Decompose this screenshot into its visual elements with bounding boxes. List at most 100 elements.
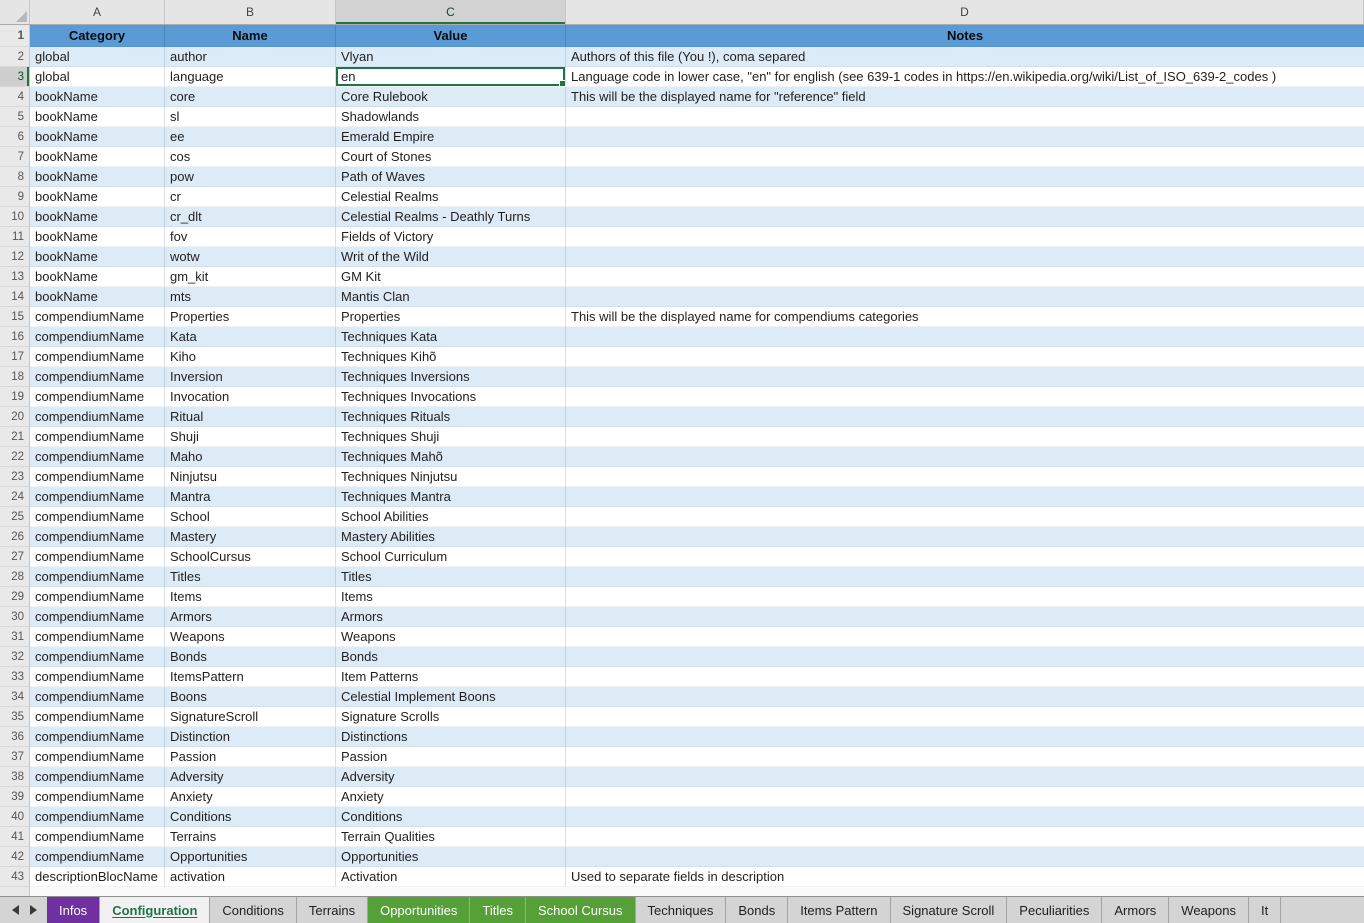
- cell-B22[interactable]: Maho: [165, 447, 336, 467]
- row-header-42[interactable]: 42: [0, 847, 30, 867]
- cell-C15[interactable]: Properties: [336, 307, 566, 327]
- cell-C38[interactable]: Adversity: [336, 767, 566, 787]
- row-header-43[interactable]: 43: [0, 867, 30, 887]
- cell-C28[interactable]: Titles: [336, 567, 566, 587]
- cell-B27[interactable]: SchoolCursus: [165, 547, 336, 567]
- sheet-tab-it[interactable]: It: [1249, 897, 1281, 923]
- row-header-23[interactable]: 23: [0, 467, 30, 487]
- cell-A20[interactable]: compendiumName: [30, 407, 165, 427]
- row-header-11[interactable]: 11: [0, 227, 30, 247]
- column-header-category[interactable]: Category: [30, 25, 165, 47]
- cell-A15[interactable]: compendiumName: [30, 307, 165, 327]
- cell-B26[interactable]: Mastery: [165, 527, 336, 547]
- cell-D41[interactable]: [566, 827, 1364, 847]
- cell-C4[interactable]: Core Rulebook: [336, 87, 566, 107]
- cell-B2[interactable]: author: [165, 47, 336, 67]
- row-header-32[interactable]: 32: [0, 647, 30, 667]
- row-header-28[interactable]: 28: [0, 567, 30, 587]
- cell-C20[interactable]: Techniques Rituals: [336, 407, 566, 427]
- row-header-10[interactable]: 10: [0, 207, 30, 227]
- cell-B25[interactable]: School: [165, 507, 336, 527]
- cell-B36[interactable]: Distinction: [165, 727, 336, 747]
- cell-C6[interactable]: Emerald Empire: [336, 127, 566, 147]
- cell-C2[interactable]: Vlyan: [336, 47, 566, 67]
- row-header-22[interactable]: 22: [0, 447, 30, 467]
- cell-D43[interactable]: Used to separate fields in description: [566, 867, 1364, 887]
- cell-A41[interactable]: compendiumName: [30, 827, 165, 847]
- cell-B16[interactable]: Kata: [165, 327, 336, 347]
- cell-A18[interactable]: compendiumName: [30, 367, 165, 387]
- cell-C19[interactable]: Techniques Invocations: [336, 387, 566, 407]
- cell-B14[interactable]: mts: [165, 287, 336, 307]
- column-header-name[interactable]: Name: [165, 25, 336, 47]
- cell-C17[interactable]: Techniques Kihõ: [336, 347, 566, 367]
- cell-A5[interactable]: bookName: [30, 107, 165, 127]
- cell-D18[interactable]: [566, 367, 1364, 387]
- cell-B33[interactable]: ItemsPattern: [165, 667, 336, 687]
- row-header-16[interactable]: 16: [0, 327, 30, 347]
- cell-B24[interactable]: Mantra: [165, 487, 336, 507]
- cell-A10[interactable]: bookName: [30, 207, 165, 227]
- cell-D22[interactable]: [566, 447, 1364, 467]
- cell-D26[interactable]: [566, 527, 1364, 547]
- cell-B35[interactable]: SignatureScroll: [165, 707, 336, 727]
- cell-D29[interactable]: [566, 587, 1364, 607]
- cell-C42[interactable]: Opportunities: [336, 847, 566, 867]
- cell-B10[interactable]: cr_dlt: [165, 207, 336, 227]
- column-letter-C[interactable]: C: [336, 0, 566, 24]
- cell-D30[interactable]: [566, 607, 1364, 627]
- cell-D14[interactable]: [566, 287, 1364, 307]
- cell-D7[interactable]: [566, 147, 1364, 167]
- cell-B8[interactable]: pow: [165, 167, 336, 187]
- cell-D28[interactable]: [566, 567, 1364, 587]
- cell-B32[interactable]: Bonds: [165, 647, 336, 667]
- row-header-7[interactable]: 7: [0, 147, 30, 167]
- row-header-27[interactable]: 27: [0, 547, 30, 567]
- cell-D25[interactable]: [566, 507, 1364, 527]
- cell-B39[interactable]: Anxiety: [165, 787, 336, 807]
- cell-A35[interactable]: compendiumName: [30, 707, 165, 727]
- cell-C14[interactable]: Mantis Clan: [336, 287, 566, 307]
- cell-D35[interactable]: [566, 707, 1364, 727]
- cell-D6[interactable]: [566, 127, 1364, 147]
- cell-A27[interactable]: compendiumName: [30, 547, 165, 567]
- cell-B6[interactable]: ee: [165, 127, 336, 147]
- cell-C21[interactable]: Techniques Shuji: [336, 427, 566, 447]
- cell-B9[interactable]: cr: [165, 187, 336, 207]
- cell-B13[interactable]: gm_kit: [165, 267, 336, 287]
- sheet-tab-items-pattern[interactable]: Items Pattern: [788, 897, 890, 923]
- cell-A37[interactable]: compendiumName: [30, 747, 165, 767]
- cell-A13[interactable]: bookName: [30, 267, 165, 287]
- sheet-tab-configuration[interactable]: Configuration: [100, 897, 210, 923]
- cell-D9[interactable]: [566, 187, 1364, 207]
- row-header-4[interactable]: 4: [0, 87, 30, 107]
- cell-B30[interactable]: Armors: [165, 607, 336, 627]
- sheet-tab-peculiarities[interactable]: Peculiarities: [1007, 897, 1102, 923]
- sheet-nav-left-icon[interactable]: [12, 905, 19, 915]
- cell-D21[interactable]: [566, 427, 1364, 447]
- column-letter-A[interactable]: A: [30, 0, 165, 24]
- cell-A25[interactable]: compendiumName: [30, 507, 165, 527]
- cell-B34[interactable]: Boons: [165, 687, 336, 707]
- cell-C5[interactable]: Shadowlands: [336, 107, 566, 127]
- cell-B4[interactable]: core: [165, 87, 336, 107]
- cell-D3[interactable]: Language code in lower case, "en" for en…: [566, 67, 1364, 87]
- cell-A19[interactable]: compendiumName: [30, 387, 165, 407]
- cell-C8[interactable]: Path of Waves: [336, 167, 566, 187]
- row-header-36[interactable]: 36: [0, 727, 30, 747]
- cell-D27[interactable]: [566, 547, 1364, 567]
- cell-C31[interactable]: Weapons: [336, 627, 566, 647]
- cell-C11[interactable]: Fields of Victory: [336, 227, 566, 247]
- cell-D36[interactable]: [566, 727, 1364, 747]
- cell-C18[interactable]: Techniques Inversions: [336, 367, 566, 387]
- cell-C37[interactable]: Passion: [336, 747, 566, 767]
- cell-A9[interactable]: bookName: [30, 187, 165, 207]
- cell-D20[interactable]: [566, 407, 1364, 427]
- cell-B15[interactable]: Properties: [165, 307, 336, 327]
- sheet-tab-terrains[interactable]: Terrains: [297, 897, 368, 923]
- cell-A43[interactable]: descriptionBlocName: [30, 867, 165, 887]
- row-header-3[interactable]: 3: [0, 67, 30, 87]
- cell-C30[interactable]: Armors: [336, 607, 566, 627]
- cell-C23[interactable]: Techniques Ninjutsu: [336, 467, 566, 487]
- sheet-tab-titles[interactable]: Titles: [470, 897, 526, 923]
